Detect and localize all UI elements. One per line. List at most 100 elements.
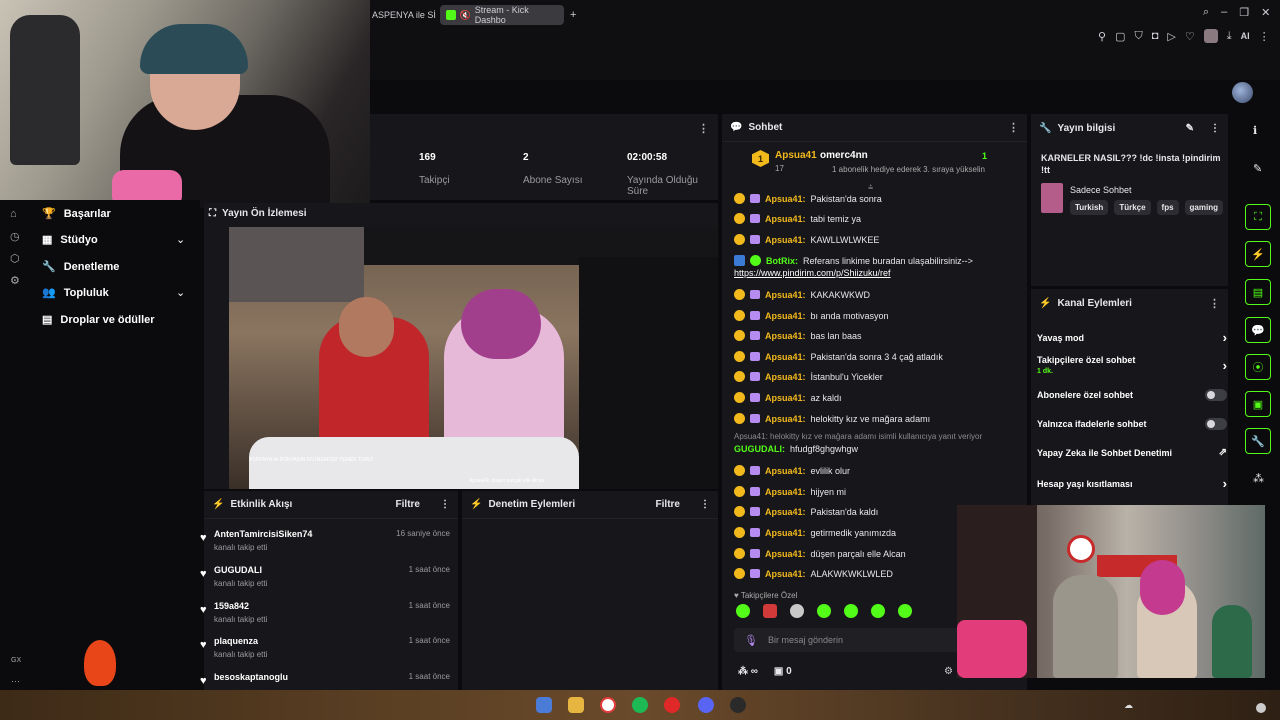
chat-username[interactable]: Apsua41: bbox=[765, 507, 806, 517]
chat-username[interactable]: Apsua41: bbox=[765, 290, 806, 300]
pinned-username[interactable]: Apsua41 bbox=[775, 150, 817, 161]
search-icon[interactable]: ⌕ bbox=[1203, 6, 1209, 19]
chat-username[interactable]: Apsua41: bbox=[765, 569, 806, 579]
rail-layout-button[interactable]: ▣ bbox=[1245, 391, 1271, 417]
chat-username[interactable]: Apsua41: bbox=[765, 549, 806, 559]
category-name[interactable]: Sadece Sohbet bbox=[1070, 185, 1132, 195]
channel-actions-menu-icon[interactable]: ⋮ bbox=[1209, 297, 1220, 310]
moderation-menu-icon[interactable]: ⋮ bbox=[700, 499, 710, 510]
rail-notes-button[interactable]: ▤ bbox=[1245, 279, 1271, 305]
info-icon[interactable]: ℹ bbox=[1253, 124, 1257, 137]
chat-username[interactable]: Apsua41: bbox=[765, 372, 806, 382]
action-subscribers-only[interactable]: Abonelere özel sohbet bbox=[1037, 389, 1227, 401]
chat-link[interactable]: https://www.pindirim.com/p/Shiizuku/ref bbox=[734, 268, 891, 278]
chat-username[interactable]: Apsua41: bbox=[765, 466, 806, 476]
action-slow-mode[interactable]: Yavaş mod › bbox=[1037, 330, 1227, 345]
emote-icon[interactable] bbox=[736, 604, 750, 618]
stats-menu-icon[interactable]: ⋮ bbox=[698, 122, 709, 135]
gift-counter[interactable]: ▣ 0 bbox=[774, 666, 792, 677]
chat-username[interactable]: Apsua41: bbox=[765, 528, 806, 538]
chevron-down-icon[interactable]: ⌄ bbox=[176, 286, 185, 299]
opera-icon[interactable] bbox=[600, 697, 616, 713]
sidebar-item-moderation[interactable]: 🔧 Denetleme bbox=[42, 260, 119, 274]
emote-only-toggle[interactable] bbox=[1205, 418, 1227, 430]
chat-username[interactable]: BotRix: bbox=[766, 256, 798, 266]
pin-icon[interactable]: ⚲ bbox=[1098, 30, 1106, 43]
pinned-target[interactable]: omerc4nn bbox=[820, 150, 868, 161]
download-icon[interactable]: ⤓ bbox=[1227, 30, 1232, 43]
emote-icon[interactable] bbox=[898, 604, 912, 618]
pinned-user[interactable]: Apsua41 bbox=[775, 150, 817, 161]
emote-icon[interactable] bbox=[763, 604, 777, 618]
shield-icon[interactable]: ⛉ bbox=[1134, 30, 1142, 43]
edit-icon[interactable]: ✎ bbox=[1186, 123, 1194, 134]
play-icon[interactable]: ▷ bbox=[1167, 30, 1175, 43]
ai-badge[interactable]: AI bbox=[1241, 31, 1250, 41]
subscribers-only-toggle[interactable] bbox=[1205, 389, 1227, 401]
pin-collapse-icon[interactable]: ⩮ bbox=[868, 182, 873, 193]
chat-username[interactable]: Apsua41: bbox=[765, 311, 806, 321]
sidebar-item-drops[interactable]: ▤ Droplar ve ödüller bbox=[42, 313, 155, 327]
chat-username[interactable]: Apsua41: bbox=[765, 235, 806, 245]
discord-icon[interactable] bbox=[698, 697, 714, 713]
chat-username[interactable]: Apsua41: bbox=[765, 352, 806, 362]
new-tab-button[interactable]: + bbox=[570, 9, 576, 21]
feed-menu-icon[interactable]: ⋮ bbox=[440, 499, 450, 510]
action-followers-only[interactable]: Takipçilere özel sohbet 1 dk. › bbox=[1037, 355, 1227, 375]
action-account-age[interactable]: Hesap yaşı kısıtlaması › bbox=[1037, 476, 1227, 491]
opera-sidebar-icon[interactable]: ⌂ bbox=[10, 208, 17, 220]
chevron-down-icon[interactable]: ⌄ bbox=[176, 233, 185, 246]
maximize-icon[interactable]: ❐ bbox=[1239, 6, 1249, 19]
more-icon[interactable]: ··· bbox=[11, 676, 20, 686]
folder-app-icon[interactable] bbox=[536, 697, 552, 713]
emote-icon[interactable] bbox=[817, 604, 831, 618]
stream-info-menu-icon[interactable]: ⋮ bbox=[1210, 123, 1220, 134]
record-app-icon[interactable] bbox=[664, 697, 680, 713]
emote-icon[interactable] bbox=[790, 604, 804, 618]
cube-icon[interactable]: ⬡ bbox=[10, 252, 20, 265]
action-ai-moderation[interactable]: Yapay Zeka ile Sohbet Denetimi ⇗ bbox=[1037, 447, 1227, 458]
chat-username[interactable]: Apsua41: bbox=[765, 331, 806, 341]
filter-button[interactable]: Filtre bbox=[396, 499, 420, 510]
tray-icon[interactable]: ☁ bbox=[1124, 700, 1133, 711]
sidebar-item-studio[interactable]: ▦ Stüdyo bbox=[42, 233, 98, 247]
chat-username[interactable]: Apsua41: bbox=[765, 393, 806, 403]
obs-icon[interactable] bbox=[730, 697, 746, 713]
community-icon[interactable]: ⁂ bbox=[1253, 472, 1264, 485]
points-icon[interactable]: ⁂ ∞ bbox=[738, 666, 758, 677]
emote-icon[interactable] bbox=[844, 604, 858, 618]
chat-username[interactable]: GUGUDALI: bbox=[734, 444, 785, 454]
emote-icon[interactable] bbox=[871, 604, 885, 618]
sidebar-item-achievements[interactable]: 🏆 Başarılar bbox=[42, 207, 111, 221]
heart-icon[interactable]: ♡ bbox=[1185, 30, 1195, 43]
minimize-icon[interactable]: – bbox=[1221, 6, 1227, 19]
bookmark-icon[interactable]: ▢ bbox=[1115, 30, 1125, 43]
profile-avatar[interactable] bbox=[1203, 29, 1218, 43]
chat-username[interactable]: Apsua41: bbox=[765, 487, 806, 497]
user-avatar[interactable] bbox=[1232, 82, 1253, 103]
rail-bolt-button[interactable]: ⚡ bbox=[1245, 241, 1271, 267]
sidebar-item-community[interactable]: 👥 Topluluk bbox=[42, 286, 109, 300]
chat-username[interactable]: Apsua41: bbox=[765, 414, 806, 424]
settings-icon[interactable]: ⚙ bbox=[10, 274, 20, 287]
chat-username[interactable]: Apsua41: bbox=[765, 214, 806, 224]
tab-kick-dashboard[interactable]: 🔇 Stream - Kick Dashbo bbox=[440, 5, 564, 25]
spotify-icon[interactable] bbox=[632, 697, 648, 713]
stream-preview-video[interactable]: ASPENYA ile DÜNYANIN EN İNSAFSIZ YEMEK T… bbox=[229, 227, 718, 489]
menu-icon[interactable]: ⋮ bbox=[1259, 30, 1270, 43]
chat-input[interactable]: 🎙 Bir mesaj gönderin bbox=[734, 628, 964, 652]
action-emote-only[interactable]: Yalnızca ifadelerle sohbet bbox=[1037, 418, 1227, 430]
camera-icon[interactable]: ◘ bbox=[1152, 30, 1159, 42]
rail-broadcast-button[interactable]: ⦿ bbox=[1245, 354, 1271, 380]
rail-expand-button[interactable]: ⛶ bbox=[1245, 204, 1271, 230]
rail-chat-button[interactable]: 💬 bbox=[1245, 317, 1271, 343]
chat-menu-icon[interactable]: ⋮ bbox=[1008, 121, 1019, 134]
notification-icon[interactable] bbox=[1256, 703, 1266, 713]
rail-tools-button[interactable]: 🔧 bbox=[1245, 428, 1271, 454]
mic-icon[interactable]: 🎙 bbox=[744, 634, 758, 647]
tab-aspenya[interactable]: ASPENYA ile Sİ bbox=[366, 5, 442, 25]
explorer-icon[interactable] bbox=[568, 697, 584, 713]
chat-username[interactable]: Apsua41: bbox=[765, 194, 806, 204]
close-icon[interactable]: ✕ bbox=[1261, 6, 1270, 19]
filter-button[interactable]: Filtre bbox=[656, 499, 680, 510]
